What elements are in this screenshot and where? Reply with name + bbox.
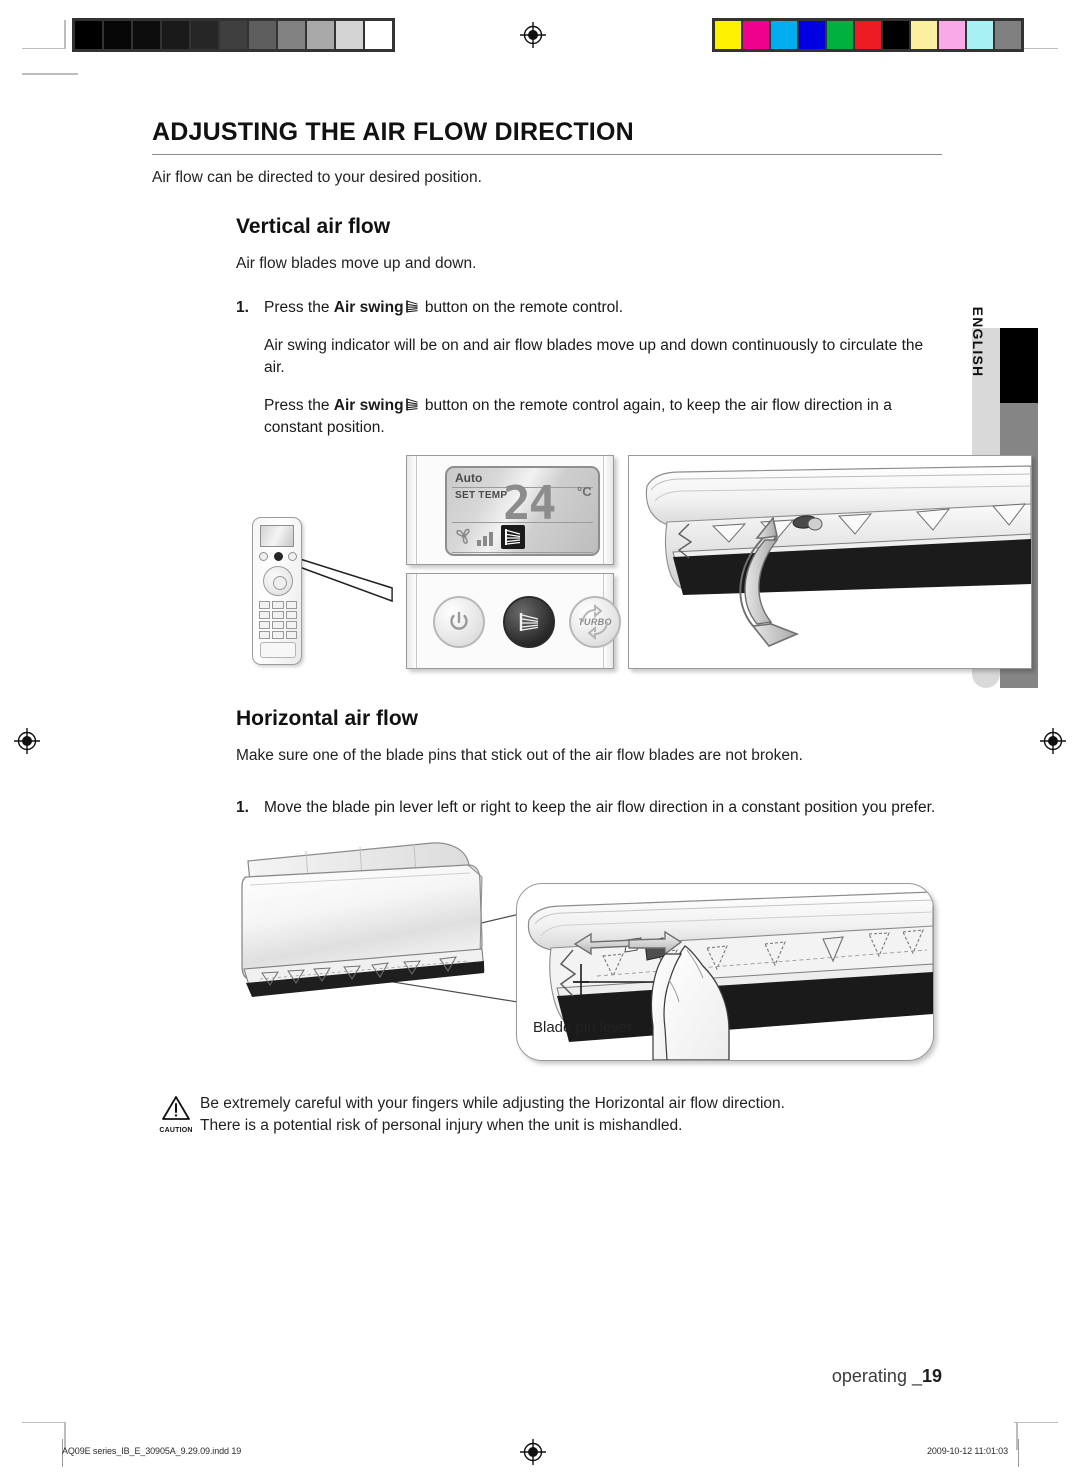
caution-note: CAUTION Be extremely careful with your f…	[152, 1093, 942, 1138]
vertical-air-flow-figure: Auto SET TEMP 24 °C TURBO	[236, 455, 1032, 671]
blade-pin-lever-label: Blade pin lever	[533, 1019, 633, 1036]
remote-key	[272, 611, 284, 619]
remote-button-air-swing-small	[273, 552, 283, 561]
remote-lcd-small	[260, 525, 294, 547]
panel-edge-left	[407, 456, 417, 564]
remote-key	[272, 631, 284, 639]
horizontal-air-flow-intro: Make sure one of the blade pins that sti…	[236, 747, 803, 764]
remote-button-turbo-small	[288, 552, 297, 561]
panel-edge-left	[407, 574, 417, 668]
caution-line-1: Be extremely careful with your fingers w…	[200, 1095, 785, 1112]
side-block-black	[1000, 328, 1038, 403]
vertical-paragraph-2: Press the Air swing button on the remote…	[264, 395, 942, 439]
lcd-set-temp-label: SET TEMP	[455, 490, 508, 501]
remote-key	[272, 601, 284, 609]
caution-text: Be extremely careful with your fingers w…	[200, 1093, 785, 1138]
step-text-bold: Air swing	[333, 299, 404, 316]
panel-edge-right	[603, 456, 613, 564]
indoor-unit-illustration	[241, 842, 485, 997]
vertical-paragraph-1: Air swing indicator will be on and air f…	[264, 337, 924, 376]
horizontal-air-flow-section: Horizontal air flow Make sure one of the…	[236, 707, 942, 1067]
horizontal-step-1: 1. Move the blade pin lever left or righ…	[236, 797, 942, 819]
vertical-blade-diagram	[645, 465, 1032, 647]
print-filename: AQ09E series_IB_E_30905A_9.29.09.indd 19	[62, 1446, 242, 1456]
remote-key	[259, 631, 271, 639]
horizontal-air-flow-heading: Horizontal air flow	[236, 707, 419, 730]
print-footer: AQ09E series_IB_E_30905A_9.29.09.indd 19…	[0, 1439, 1080, 1467]
step-number: 1.	[236, 299, 249, 316]
page-content: ADJUSTING THE AIR FLOW DIRECTION Air flo…	[152, 118, 1032, 1138]
blade-pin-lever-closeup: Blade pin lever	[516, 883, 934, 1061]
remote-button-mode	[259, 552, 268, 561]
remote-key	[259, 621, 271, 629]
lcd-mode-label: Auto	[455, 471, 483, 485]
vertical-air-flow-section: Vertical air flow Air flow blades move u…	[236, 215, 1032, 671]
lcd-air-swing-indicator	[501, 525, 525, 549]
remote-display-closeup: Auto SET TEMP 24 °C	[406, 455, 614, 565]
remote-key	[272, 621, 284, 629]
remote-buttons-closeup: TURBO	[406, 573, 621, 669]
intro-text: Air flow can be directed to your desired…	[152, 169, 482, 186]
air-swing-button-icon	[503, 596, 555, 648]
vertical-paragraph-2-prefix: Press the	[264, 397, 334, 414]
air-swing-icon	[405, 299, 420, 314]
remote-key	[259, 611, 271, 619]
warning-triangle-icon	[162, 1096, 190, 1120]
title-rule	[152, 154, 942, 155]
page-footer: operating _19	[0, 1366, 1080, 1387]
remote-bottom-key	[260, 642, 296, 658]
step-text: Move the blade pin lever left or right t…	[264, 799, 936, 816]
remote-dpad	[263, 566, 293, 596]
turbo-button-icon: TURBO	[569, 596, 621, 648]
lcd-temperature-value: 24	[503, 476, 556, 530]
vertical-paragraph-2-bold: Air swing	[333, 397, 404, 414]
caution-line-2: There is a potential risk of personal in…	[200, 1117, 683, 1135]
remote-control-full-view	[252, 517, 302, 665]
vertical-step-1: 1. Press the Air swing button on the rem…	[236, 297, 942, 319]
page-footer-text: operating _	[831, 1366, 922, 1386]
page-number: 19	[921, 1366, 942, 1386]
air-swing-icon	[405, 397, 420, 412]
vertical-blades-illustration	[628, 455, 1032, 669]
remote-lcd-screen: Auto SET TEMP 24 °C	[445, 466, 600, 556]
remote-key	[285, 631, 297, 639]
power-icon	[433, 596, 485, 648]
remote-key	[285, 601, 297, 609]
vertical-air-flow-heading: Vertical air flow	[236, 215, 391, 238]
caution-mark: CAUTION	[152, 1093, 200, 1134]
page-title: ADJUSTING THE AIR FLOW DIRECTION	[152, 118, 634, 146]
fan-icon	[454, 526, 474, 546]
remote-keypad	[259, 601, 297, 639]
step-text: Press the Air swing button on the remote…	[264, 297, 942, 319]
horizontal-air-flow-figure: Blade pin lever	[236, 835, 942, 1067]
caution-label: CAUTION	[159, 1127, 193, 1134]
remote-top-button-row	[259, 552, 297, 561]
step-text-prefix: Press the	[264, 299, 334, 316]
lcd-temperature-unit: °C	[577, 484, 592, 499]
vertical-air-flow-intro: Air flow blades move up and down.	[236, 255, 477, 272]
manual-page: ENGLISH ADJUSTING THE AIR FLOW DIRECTION…	[0, 0, 1080, 1483]
registration-mark-bottom-center	[520, 1439, 546, 1465]
remote-key	[285, 621, 297, 629]
step-number: 1.	[236, 799, 249, 816]
fan-speed-bars-icon	[477, 530, 493, 546]
language-tab-label: ENGLISH	[970, 306, 986, 378]
remote-key	[259, 601, 271, 609]
print-timestamp: 2009-10-12 11:01:03	[926, 1446, 1008, 1456]
step-text-suffix: button on the remote control.	[420, 299, 624, 316]
remote-key	[285, 611, 297, 619]
